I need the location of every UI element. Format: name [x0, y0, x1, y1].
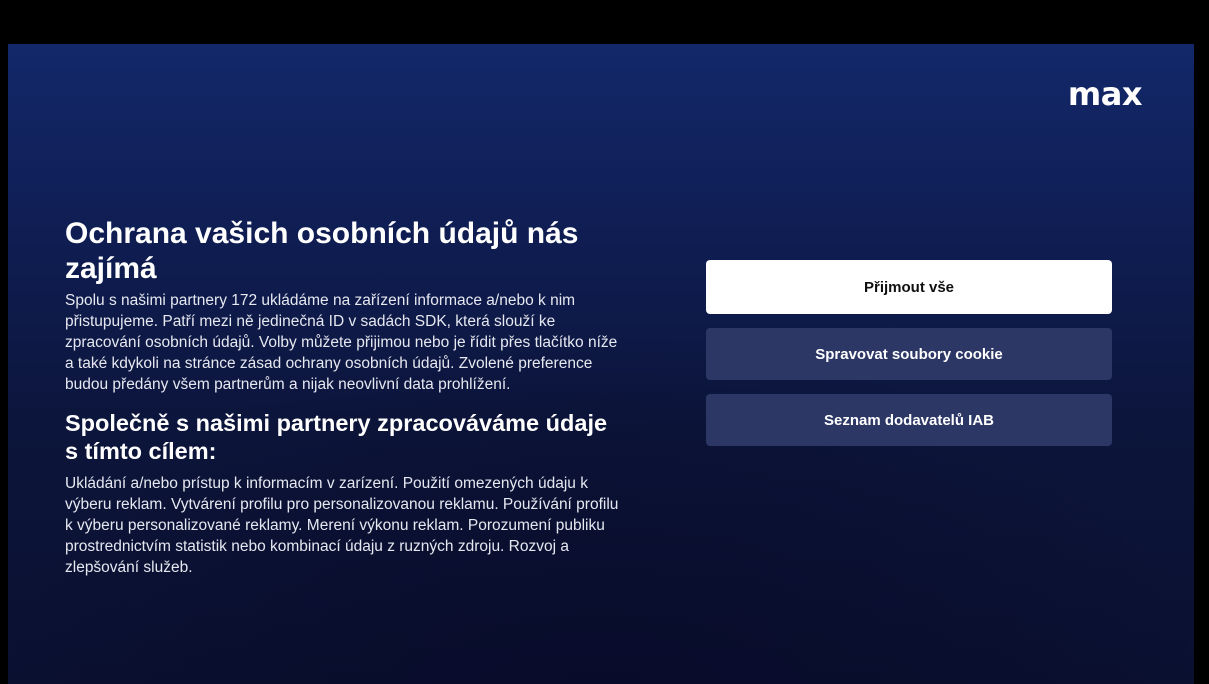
purposes-title: Společně s našimi partnery zpracováváme … — [65, 410, 608, 464]
consent-text-panel: Ochrana vašich osobních údajů nás zajímá… — [65, 216, 625, 578]
consent-actions: Přijmout vše Spravovat soubory cookie Se… — [706, 260, 1112, 446]
manage-cookies-button[interactable]: Spravovat soubory cookie — [706, 328, 1112, 380]
purposes-description: Ukládání a/nebo prístup k informacím v z… — [65, 475, 619, 576]
accept-all-button[interactable]: Přijmout vše — [706, 260, 1112, 314]
consent-description: Spolu s našimi partnery 172 ukládáme na … — [65, 292, 618, 393]
consent-screen: max Ochrana vašich osobních údajů nás za… — [8, 44, 1194, 684]
max-logo: max — [1067, 75, 1143, 113]
iab-vendor-list-button[interactable]: Seznam dodavatelů IAB — [706, 394, 1112, 446]
consent-title: Ochrana vašich osobních údajů nás zajímá — [65, 217, 579, 285]
